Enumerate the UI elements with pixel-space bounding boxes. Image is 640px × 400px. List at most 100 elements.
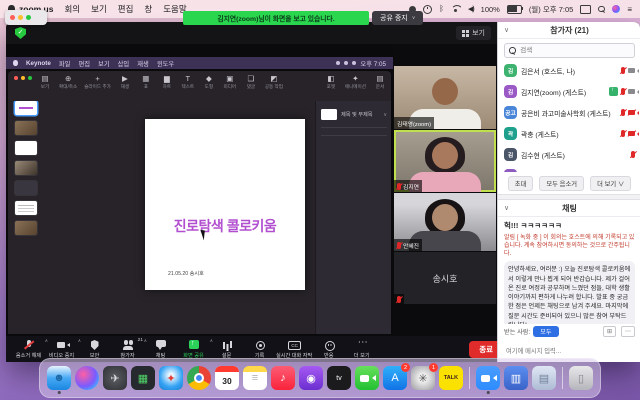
toolbar-button-icon — [322, 339, 336, 351]
minimize-window-button[interactable] — [18, 15, 23, 20]
slide-layout-row[interactable]: 제목 및 부제목 ∨ — [321, 109, 387, 120]
dock-icon-siri[interactable] — [75, 366, 99, 390]
dock-icon-apple-tv[interactable]: tv — [327, 366, 351, 390]
dock-icon-mission-control[interactable]: ▦ — [131, 366, 155, 390]
participant-search[interactable] — [504, 43, 635, 58]
slide-thumbnail[interactable] — [15, 201, 37, 215]
slide-thumbnail[interactable] — [15, 181, 37, 195]
toolbar-label: 확대/축소 — [59, 84, 77, 90]
siri-icon[interactable] — [612, 5, 620, 13]
menu-item[interactable]: 회의 — [64, 3, 80, 15]
volume-icon[interactable]: ◀) — [468, 5, 474, 13]
participant-count-badge: 21 — [138, 338, 143, 343]
participant-row[interactable]: 김 김수현 (게스트) — [498, 144, 640, 165]
toolbar-button-icon — [287, 339, 301, 351]
participants-action-button[interactable]: 더 보기 ∨ — [590, 176, 631, 191]
remote-menu-item: 재생 — [137, 59, 149, 68]
dock-icon-finder[interactable]: ☻ — [47, 366, 71, 390]
keynote-toolbar-button[interactable]: ◧ 포맷 — [324, 75, 338, 90]
participant-video-tile[interactable]: 안혜진 — [394, 193, 496, 251]
participant-video-tile[interactable]: 김태영(zoom) — [394, 66, 496, 129]
chat-input[interactable] — [504, 347, 639, 356]
menu-bar-clock[interactable]: (월) 오후 7:05 — [529, 4, 573, 15]
bluetooth-icon[interactable]: ᛒ — [439, 5, 444, 13]
search-icon — [509, 47, 515, 54]
gallery-grid-icon — [462, 30, 469, 37]
dock-icon-safari[interactable]: ✦ — [159, 366, 183, 390]
menu-item[interactable]: 편집 — [118, 3, 134, 15]
zoom-window-button[interactable] — [26, 15, 31, 20]
slide-thumbnail[interactable] — [15, 121, 37, 135]
recipient-select[interactable]: 모두 — [533, 326, 558, 337]
running-indicator — [487, 391, 490, 394]
keynote-toolbar-button[interactable]: ▤ 문서 — [373, 75, 387, 90]
chat-message-list: 헉!!! ㅋㅋㅋㅋㅋㅋ알림 [ 녹화 중 ] 이 회의는 호스트에 의해 기록되… — [498, 217, 640, 324]
dock-icon-music[interactable]: ♪ — [271, 366, 295, 390]
search-input[interactable] — [518, 46, 630, 55]
participant-video-tile[interactable]: 김지연 — [394, 130, 496, 192]
participants-action-button[interactable]: 모두 음소거 — [539, 176, 584, 191]
stop-share-button[interactable]: 공유 중지 ∨ — [372, 11, 423, 25]
keynote-toolbar-button[interactable]: ◆ 도형 — [202, 75, 216, 90]
zoom-meeting-window: 보기 Keynote 파일편집보기삽입재생윈도우 오후 7:05 — [6, 22, 640, 362]
participant-row[interactable]: 김 김은서 (호스트, 나) — [498, 60, 640, 81]
collapse-chat-button[interactable]: ∨ — [504, 204, 509, 212]
slide-thumbnail[interactable] — [15, 161, 37, 175]
dock-icon-facetime[interactable] — [355, 366, 379, 390]
keynote-toolbar-button[interactable]: ⊕ 확대/축소 — [59, 75, 77, 90]
participant-name: 곽충 (게스트) — [521, 129, 617, 139]
keynote-toolbar-button[interactable]: ❑ 댓글 — [244, 75, 258, 90]
remote-menu-item: 윈도우 — [157, 59, 174, 68]
slide-thumbnail[interactable] — [15, 141, 37, 155]
keynote-toolbar-button[interactable]: ▤ 보기 — [38, 75, 52, 90]
dock-icon-system-preferences[interactable]: ✳1 — [411, 366, 435, 390]
dock-icon-app-store[interactable]: A2 — [383, 366, 407, 390]
toolbar-button-label: 음소거 해제 — [16, 352, 41, 359]
dock-icon-chrome[interactable] — [187, 366, 211, 390]
keynote-toolbar-button[interactable]: ◩ 공동 작업 — [265, 75, 283, 90]
dock-icon-trash[interactable]: ▯ — [569, 366, 593, 390]
slide-thumbnail[interactable] — [15, 101, 37, 115]
participant-status-icons — [609, 87, 635, 96]
keynote-toolbar-button[interactable]: ▆ 차트 — [160, 75, 174, 90]
participant-row[interactable]: 김 김지연(zoom) (게스트) — [498, 81, 640, 102]
keynote-toolbar-button[interactable]: + 슬라이드 추가 — [84, 75, 111, 90]
participant-row[interactable]: 과고 과고미술사학회 (게스트) — [498, 165, 640, 172]
participant-row[interactable]: 곽 곽충 (게스트) — [498, 123, 640, 144]
chat-more-button[interactable]: ⋯ — [621, 326, 635, 337]
toolbar-button-icon — [253, 339, 267, 351]
keynote-toolbar-button[interactable]: T 텍스트 — [181, 75, 195, 90]
dock-icon-pictures-folder[interactable]: ▤ — [532, 366, 556, 390]
collapse-participants-button[interactable]: ∨ — [504, 26, 509, 34]
participant-name: 김지연 — [403, 182, 419, 191]
participant-video-tile[interactable]: 송시호 — [394, 252, 496, 304]
participants-action-button[interactable]: 초대 — [508, 176, 534, 191]
dock-icon-calendar[interactable]: 30 — [215, 366, 239, 390]
meeting-top-bar: 보기 — [6, 22, 497, 44]
spotlight-icon[interactable] — [598, 6, 605, 13]
keynote-toolbar-button[interactable]: ▦ 표 — [139, 75, 153, 90]
dock-icon-zoom[interactable] — [476, 366, 500, 390]
display-icon[interactable] — [580, 5, 591, 14]
wifi-icon[interactable] — [451, 5, 461, 13]
slide-thumbnail[interactable] — [15, 221, 37, 235]
keynote-toolbar-button[interactable]: ▣ 미디어 — [223, 75, 237, 90]
security-shield-icon[interactable] — [15, 27, 26, 39]
dock-icon-kakaotalk[interactable]: TALK — [439, 366, 463, 390]
menu-item[interactable]: 보기 — [91, 3, 107, 15]
dock-icon-launchpad[interactable]: ✈ — [103, 366, 127, 390]
keynote-toolbar-button[interactable]: ▶ 재생 — [118, 75, 132, 90]
participant-row[interactable]: 공고 공은비 과고미술사학회 (게스트) — [498, 102, 640, 123]
dock-icon-library[interactable]: ▥ — [504, 366, 528, 390]
close-window-button[interactable] — [10, 15, 15, 20]
toolbar-glyph-icon: ▤ — [376, 75, 383, 83]
toolbar-button[interactable]: 음소거 해제 ∧ — [12, 336, 45, 362]
file-attach-button[interactable]: ⊞ — [603, 326, 616, 337]
control-center-icon[interactable]: ≡ — [627, 5, 632, 14]
clock-icon[interactable] — [423, 5, 432, 14]
dock-icon-notes[interactable]: ≡ — [243, 366, 267, 390]
keynote-toolbar-button[interactable]: ✦ 애니메이션 — [345, 75, 366, 90]
menu-item[interactable]: 창 — [144, 3, 152, 15]
dock-icon-podcasts[interactable]: ◉ — [299, 366, 323, 390]
view-button[interactable]: 보기 — [456, 26, 491, 40]
